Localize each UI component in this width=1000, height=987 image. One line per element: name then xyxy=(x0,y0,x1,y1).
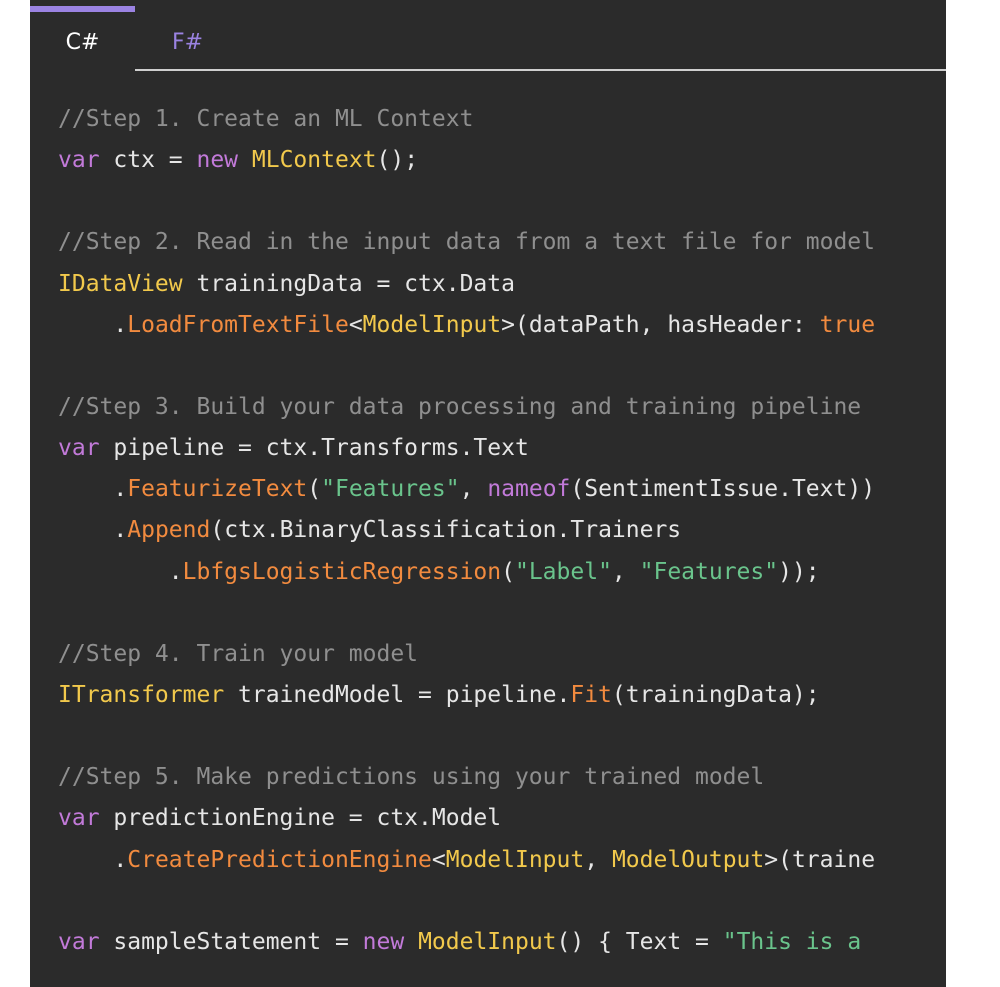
code-comment: //Step 2. Read in the input data from a … xyxy=(58,229,875,256)
code-text: predictionEngine = ctx.Model xyxy=(99,805,502,832)
code-comment: //Step 3. Build your data processing and… xyxy=(58,393,862,420)
code-line: //Step 5. Make predictions using your tr… xyxy=(58,757,875,798)
code-text: pipeline = ctx.Transforms.Text xyxy=(99,435,529,462)
code-keyword: new xyxy=(362,928,405,955)
code-keyword: nameof xyxy=(487,476,571,503)
code-text: ctx = xyxy=(99,147,197,174)
code-type: ModelInput xyxy=(362,311,502,338)
code-string: "Label" xyxy=(514,558,612,585)
code-line: var pipeline = ctx.Transforms.Text xyxy=(58,428,875,469)
code-indent: . xyxy=(58,517,128,544)
code-line: .Append(ctx.BinaryClassification.Trainer… xyxy=(58,510,875,551)
code-block: //Step 1. Create an ML Context var ctx = … xyxy=(58,99,875,963)
code-text: (trainingData); xyxy=(611,681,820,708)
language-tab-bar: C# F# xyxy=(30,0,946,72)
code-text: (SentimentIssue.Text)) xyxy=(570,476,876,503)
code-text: ( xyxy=(501,558,515,585)
code-text: (); xyxy=(376,147,419,174)
code-sample-panel: C# F# //Step 1. Create an ML Context var … xyxy=(30,0,946,987)
code-text: trainingData = ctx.Data xyxy=(182,270,515,297)
code-line: //Step 3. Build your data processing and… xyxy=(58,387,875,428)
code-text: sampleStatement = xyxy=(99,928,363,955)
code-text: >(dataPath, hasHeader: xyxy=(501,311,820,338)
code-line: IDataView trainingData = ctx.Data xyxy=(58,264,875,305)
code-method: CreatePredictionEngine xyxy=(127,846,432,873)
code-keyword: new xyxy=(196,147,239,174)
code-string: "Features" xyxy=(639,558,779,585)
code-string: "Features" xyxy=(321,476,460,503)
tab-fsharp[interactable]: F# xyxy=(135,9,240,75)
code-comment: //Step 5. Make predictions using your tr… xyxy=(58,764,765,791)
code-type: ModelOutput xyxy=(611,846,765,873)
code-method: LoadFromTextFile xyxy=(127,311,349,338)
code-keyword: var xyxy=(58,805,100,832)
code-comment: //Step 1. Create an ML Context xyxy=(58,106,474,132)
code-line: //Step 2. Read in the input data from a … xyxy=(58,222,875,263)
tab-csharp[interactable]: C# xyxy=(30,6,135,72)
code-comment: //Step 4. Train your model xyxy=(58,640,419,667)
code-line: ITransformer trainedModel = pipeline.Fit… xyxy=(58,675,875,716)
code-text: )); xyxy=(778,558,820,585)
code-text: , xyxy=(611,558,640,585)
code-indent: . xyxy=(58,558,183,585)
code-line: .LbfgsLogisticRegression("Label", "Featu… xyxy=(58,552,875,593)
code-indent: . xyxy=(58,311,128,338)
code-method: Append xyxy=(127,517,211,544)
tab-divider xyxy=(135,69,946,71)
code-text: < xyxy=(348,311,363,338)
code-keyword: var xyxy=(58,147,100,174)
code-text: trainedModel = pipeline. xyxy=(224,681,571,708)
code-method: LbfgsLogisticRegression xyxy=(182,558,502,585)
code-keyword: var xyxy=(58,435,100,462)
code-text: , xyxy=(584,846,612,873)
code-string: "This is a xyxy=(722,928,862,955)
code-line: var sampleStatement = new ModelInput() {… xyxy=(58,922,875,963)
code-literal: true xyxy=(819,311,876,338)
code-type: ModelInput xyxy=(418,928,557,955)
code-line: .CreatePredictionEngine<ModelInput, Mode… xyxy=(58,840,875,881)
code-text: < xyxy=(431,846,446,873)
code-text: () { Text = xyxy=(556,928,723,955)
code-line: var predictionEngine = ctx.Model xyxy=(58,798,875,839)
code-type: ITransformer xyxy=(58,681,225,708)
code-type: MLContext xyxy=(251,147,377,174)
code-line: //Step 1. Create an ML Context xyxy=(58,99,875,140)
code-line: .LoadFromTextFile<ModelInput>(dataPath, … xyxy=(58,305,875,346)
code-type: IDataView xyxy=(58,270,183,297)
code-line: //Step 4. Train your model xyxy=(58,634,875,675)
code-indent: . xyxy=(58,846,128,873)
code-line: var ctx = new MLContext(); xyxy=(58,140,875,181)
code-keyword: var xyxy=(58,928,100,955)
code-method: FeaturizeText xyxy=(127,476,308,503)
code-text: , xyxy=(459,476,488,503)
code-type: ModelInput xyxy=(445,846,585,873)
code-text: (ctx.BinaryClassification.Trainers xyxy=(210,517,682,544)
code-text: >(traine xyxy=(764,846,876,873)
code-method: Fit xyxy=(570,681,612,708)
code-text: ( xyxy=(307,476,322,503)
code-indent: . xyxy=(58,476,128,503)
code-line: .FeaturizeText("Features", nameof(Sentim… xyxy=(58,469,875,510)
